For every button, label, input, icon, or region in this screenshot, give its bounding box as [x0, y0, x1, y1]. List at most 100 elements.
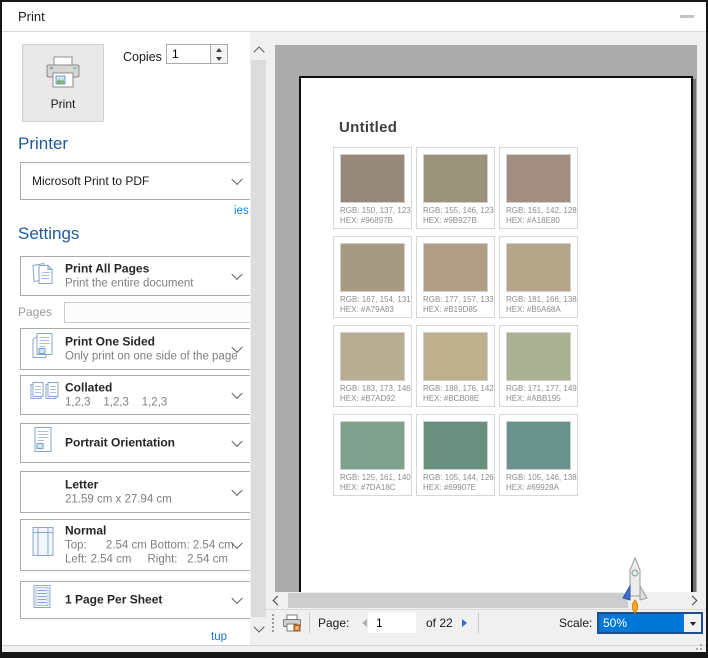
swatch-color-block [340, 243, 405, 292]
scale-label: Scale: [559, 616, 593, 630]
swatch-hex-label: HEX: #A18E80 [506, 216, 560, 225]
printer-icon [44, 55, 82, 94]
swatch-color-block [423, 154, 488, 203]
swatch-color-block [506, 421, 571, 470]
printer-properties-link[interactable]: ies [234, 205, 249, 217]
swatch-color-block [506, 332, 571, 381]
dialog-title: Print [18, 9, 45, 24]
swatch-card: RGB: 125, 161, 140 HEX: #7DA18C [333, 414, 412, 496]
margins-dropdown[interactable]: Normal Top: 2.54 cm Bottom: 2.54 cm Left… [20, 519, 250, 571]
one-page-per-sheet-icon [29, 584, 55, 617]
swatch-card: RGB: 171, 177, 149 HEX: #ABB195 [499, 325, 578, 407]
page-count-label: of 22 [426, 616, 453, 630]
swatch-rgb-label: RGB: 167, 154, 131 [340, 295, 411, 304]
orientation-dropdown[interactable]: Portrait Orientation [20, 423, 250, 463]
swatch-card: RGB: 150, 137, 123 HEX: #96897B [333, 147, 412, 229]
swatch-color-block [340, 421, 405, 470]
swatch-hex-label: HEX: #A79A83 [340, 305, 394, 314]
chevron-down-icon [231, 484, 243, 497]
swatch-hex-label: HEX: #7DA18C [340, 483, 396, 492]
next-page-button[interactable] [462, 619, 471, 627]
hscrollbar-thumb[interactable] [288, 593, 628, 608]
printer-heading: Printer [18, 134, 69, 153]
duplex-dropdown[interactable]: Print One Sided Only print on one side o… [20, 328, 250, 370]
item-title: Normal [65, 523, 107, 538]
scale-dropdown-button[interactable] [684, 614, 701, 632]
swatch-card: RGB: 105, 144, 126 HEX: #69907E [416, 414, 495, 496]
chevron-down-icon [231, 387, 243, 400]
swatch-card: RGB: 177, 157, 133 HEX: #B19D85 [416, 236, 495, 318]
swatch-hex-label: HEX: #B7AD92 [340, 394, 396, 403]
portrait-orientation-icon [29, 426, 57, 461]
scrollbar-thumb[interactable] [251, 60, 267, 617]
status-strip [2, 645, 706, 652]
swatch-rgb-label: RGB: 155, 146, 123 [423, 206, 494, 215]
scroll-right-icon[interactable] [687, 595, 698, 606]
swatch-hex-label: HEX: #9B927B [423, 216, 477, 225]
print-button[interactable]: Print [22, 44, 104, 122]
toolbar-grip-handle[interactable] [272, 614, 277, 632]
printer-select[interactable]: Microsoft Print to PDF [20, 162, 250, 200]
resize-grip[interactable] [692, 640, 702, 650]
scroll-left-icon[interactable] [272, 595, 283, 606]
pages-range-input[interactable] [64, 302, 250, 323]
title-bar: Print [2, 2, 706, 32]
page-label: Page: [318, 616, 350, 630]
preview-horizontal-scrollbar[interactable] [270, 592, 702, 609]
pages-per-sheet-dropdown[interactable]: 1 Page Per Sheet [20, 581, 250, 619]
print-preview-pane: Untitled RGB: 150, 137, 123 HEX: #96897B R… [266, 32, 706, 647]
swatch-card: RGB: 155, 146, 123 HEX: #9B927B [416, 147, 495, 229]
swatch-rgb-label: RGB: 105, 144, 126 [423, 473, 494, 482]
swatch-hex-label: HEX: #69907E [423, 483, 476, 492]
swatch-color-block [423, 421, 488, 470]
swatch-color-block [340, 154, 405, 203]
chevron-down-icon [231, 435, 243, 448]
settings-heading: Settings [18, 224, 80, 243]
margins-line-1: Top: 2.54 cm Bottom: 2.54 cm [65, 539, 234, 552]
swatch-card: RGB: 181, 166, 138 HEX: #B5A68A [499, 236, 578, 318]
preview-page: Untitled RGB: 150, 137, 123 HEX: #96897B R… [299, 76, 693, 599]
scale-combobox[interactable]: 50% [597, 612, 703, 634]
page-setup-link[interactable]: tup [211, 631, 227, 642]
printer-selected-value: Microsoft Print to PDF [32, 174, 150, 188]
preview-background: Untitled RGB: 150, 137, 123 HEX: #96897B R… [275, 45, 697, 599]
swatch-color-block [423, 332, 488, 381]
print-settings-panel: Print Copies Printer Microsoft Print to … [2, 32, 250, 645]
item-title: Print One Sided [65, 334, 156, 349]
swatch-hex-label: HEX: #69928A [506, 483, 559, 492]
copies-spinner [166, 44, 228, 64]
scroll-down-icon[interactable] [253, 621, 265, 633]
scroll-up-icon[interactable] [253, 46, 265, 58]
print-one-sided-icon [29, 332, 57, 367]
copies-input[interactable] [167, 45, 216, 63]
swatch-rgb-label: RGB: 161, 142, 128 [506, 206, 577, 215]
swatch-color-block [506, 154, 571, 203]
print-dialog-window: Print Print Copies 1 Printer Microsoft P… [0, 0, 708, 658]
toolbar-separator [478, 613, 479, 633]
item-title: Print All Pages [65, 261, 150, 276]
previous-page-button[interactable] [358, 619, 367, 627]
swatch-rgb-label: RGB: 183, 173, 146 [340, 384, 411, 393]
collated-icon [29, 379, 61, 412]
collation-dropdown[interactable]: Collated 1,2,3 1,2,3 1,2,3 [20, 375, 250, 415]
item-subtitle: 21.59 cm x 27.94 cm [65, 493, 172, 506]
item-title: Letter [65, 477, 99, 492]
print-preview-printer-icon[interactable] [282, 614, 302, 637]
pages-label: Pages [18, 305, 53, 319]
print-range-dropdown[interactable]: Print All Pages Print the entire documen… [20, 256, 250, 296]
item-title: 1 Page Per Sheet [65, 592, 163, 607]
item-title: Collated [65, 380, 113, 395]
swatch-color-block [506, 243, 571, 292]
print-all-pages-icon [29, 260, 57, 293]
copies-decrement-button[interactable] [211, 54, 227, 63]
margins-line-2: Left: 2.54 cm Right: 2.54 cm [65, 553, 228, 566]
item-subtitle: 1,2,3 1,2,3 1,2,3 [65, 396, 168, 409]
paper-size-dropdown[interactable]: Letter 21.59 cm x 27.94 cm [20, 471, 250, 513]
swatch-rgb-label: RGB: 171, 177, 149 [506, 384, 577, 393]
swatch-rgb-label: RGB: 177, 157, 133 [423, 295, 494, 304]
swatch-grid: RGB: 150, 137, 123 HEX: #96897B RGB: 155, … [333, 147, 578, 496]
swatch-card: RGB: 188, 176, 142 HEX: #BCB08E [416, 325, 495, 407]
chevron-down-icon [231, 268, 243, 281]
copies-spin-buttons [210, 45, 227, 63]
page-number-input[interactable] [368, 612, 416, 633]
